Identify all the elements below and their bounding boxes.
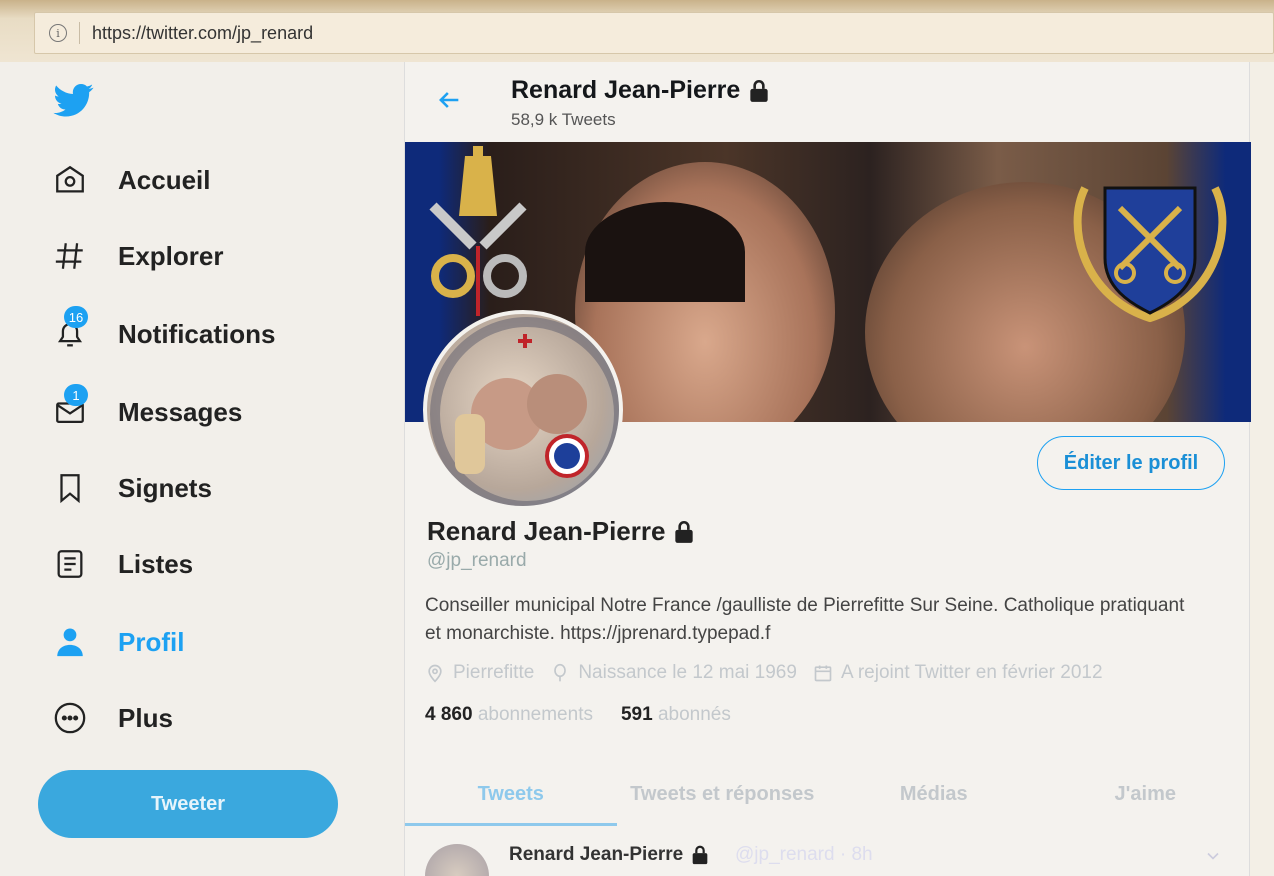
url-separator: [79, 22, 80, 44]
profile-stats: 4 860 abonnements 591 abonnés: [425, 704, 759, 726]
tab-tweets[interactable]: Tweets: [405, 762, 617, 826]
edit-profile-button[interactable]: Éditer le profil: [1037, 436, 1225, 490]
profile-name-row: Renard Jean-Pierre: [427, 516, 697, 547]
birthday-text: Naissance le 12 mai 1969: [578, 662, 797, 683]
tweet-author[interactable]: Renard Jean-Pierre: [509, 844, 683, 866]
user-icon: [52, 624, 88, 660]
twitter-logo-icon[interactable]: [52, 80, 96, 120]
location-pin-icon: [428, 664, 442, 683]
profile-name: Renard Jean-Pierre: [427, 516, 666, 546]
location-text: Pierrefitte: [453, 662, 535, 683]
list-icon: [52, 546, 88, 582]
balloon-icon: [554, 663, 567, 682]
joined-item: A rejoint Twitter en février 2012: [813, 662, 1103, 684]
profile-avatar[interactable]: [423, 310, 623, 510]
hashtag-icon: [52, 238, 88, 274]
chevron-down-icon[interactable]: [1203, 846, 1223, 866]
tweet-item[interactable]: Renard Jean-Pierre @jp_renard · 8h: [405, 830, 1251, 876]
location-item: Pierrefitte: [425, 662, 534, 684]
lock-icon: [675, 520, 694, 543]
nav-item-plus[interactable]: Plus: [52, 694, 173, 742]
info-icon[interactable]: i: [49, 24, 67, 42]
profile-tabs: Tweets Tweets et réponses Médias J'aime: [405, 762, 1251, 826]
home-icon: [52, 162, 88, 198]
bell-icon: 16: [52, 306, 88, 352]
tab-jaime[interactable]: J'aime: [1040, 762, 1252, 826]
nav-label: Signets: [118, 472, 212, 503]
profile-meta: Pierrefitte Naissance le 12 mai 1969 A r…: [425, 662, 1119, 684]
profile-bio: Conseiller municipal Notre France /gaull…: [425, 595, 1185, 644]
nav-label: Messages: [118, 396, 243, 427]
nav-item-listes[interactable]: Listes: [52, 540, 193, 588]
more-icon: [52, 700, 88, 736]
nav-label: Notifications: [118, 318, 276, 349]
tweet-avatar[interactable]: [425, 844, 489, 876]
address-bar[interactable]: i https://twitter.com/jp_renard: [34, 12, 1274, 54]
bookmark-icon: [52, 470, 88, 506]
header-tweet-count: 58,9 k Tweets: [511, 110, 616, 129]
profile-column: Renard Jean-Pierre 58,9 k Tweets Éditer …: [404, 62, 1251, 876]
papal-keys-crest-icon: [429, 146, 527, 316]
nav-item-accueil[interactable]: Accueil: [52, 156, 211, 204]
nav-label: Accueil: [118, 164, 211, 195]
header-name: Renard Jean-Pierre: [511, 76, 741, 104]
followers-label: abonnés: [657, 704, 731, 725]
following-link[interactable]: 4 860 abonnements: [425, 704, 593, 726]
nav-item-notifications[interactable]: 16 Notifications: [52, 306, 276, 358]
profile-header: Renard Jean-Pierre 58,9 k Tweets: [405, 62, 1251, 140]
profile-handle: @jp_renard: [427, 550, 527, 571]
tab-tweets-et-reponses[interactable]: Tweets et réponses: [617, 762, 829, 826]
nav-item-explorer[interactable]: Explorer: [52, 232, 224, 280]
back-arrow-icon[interactable]: [435, 86, 463, 114]
followers-count: 591: [620, 704, 653, 725]
avatar-image-icon: [430, 317, 619, 506]
keys-shield-crest-icon: [1073, 186, 1227, 323]
calendar-icon: [814, 665, 832, 682]
nav-item-profil[interactable]: Profil: [52, 618, 184, 666]
header-name-row: Renard Jean-Pierre: [511, 76, 772, 105]
tab-medias[interactable]: Médias: [828, 762, 1040, 826]
messages-badge: 1: [64, 384, 88, 406]
browser-toolbar: i https://twitter.com/jp_renard: [0, 0, 1274, 62]
tweet-author-row: Renard Jean-Pierre: [509, 844, 711, 866]
lock-icon: [750, 79, 768, 102]
sidebar: Accueil Explorer 16 Notifications 1 Mess…: [0, 62, 404, 876]
notification-badge: 16: [64, 306, 88, 328]
nav-label: Profil: [118, 626, 185, 657]
birthday-item: Naissance le 12 mai 1969: [550, 662, 797, 684]
nav-item-signets[interactable]: Signets: [52, 464, 212, 512]
followers-link[interactable]: 591 abonnés: [621, 704, 731, 726]
tweet-button[interactable]: Tweeter: [38, 770, 338, 838]
url-text[interactable]: https://twitter.com/jp_renard: [92, 23, 313, 44]
nav-item-messages[interactable]: 1 Messages: [52, 384, 243, 436]
banner-hair: [585, 202, 745, 302]
tweet-meta: @jp_renard · 8h: [735, 844, 873, 865]
joined-text: A rejoint Twitter en février 2012: [840, 662, 1103, 683]
following-count: 4 860: [425, 704, 473, 725]
nav-label: Plus: [118, 702, 173, 733]
following-label: abonnements: [477, 704, 593, 725]
nav-label: Listes: [118, 548, 194, 579]
lock-icon: [692, 845, 708, 865]
envelope-icon: 1: [52, 384, 88, 430]
nav-label: Explorer: [118, 240, 224, 271]
